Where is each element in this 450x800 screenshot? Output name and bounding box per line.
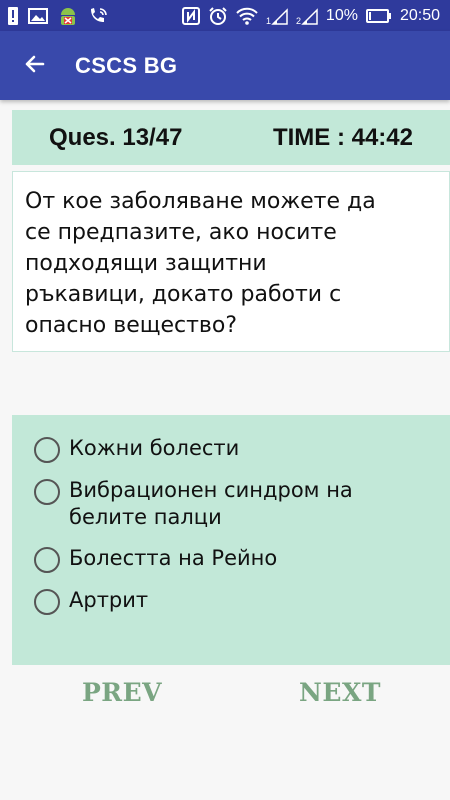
svg-text:1: 1 xyxy=(266,16,271,25)
answer-option-label: Артрит xyxy=(69,588,149,612)
alert-icon xyxy=(8,6,18,25)
answer-option-label: Болестта на Рейно xyxy=(69,546,278,570)
image-icon xyxy=(28,7,48,24)
nfc-icon xyxy=(181,6,200,25)
battery-icon xyxy=(365,8,392,23)
alarm-icon xyxy=(208,6,228,26)
app-bar: CSCS BG xyxy=(0,31,450,100)
status-time: 20:50 xyxy=(399,6,440,24)
status-bar-system: 1 2 10% 20:50 xyxy=(181,6,450,26)
next-button[interactable]: NEXT xyxy=(298,672,382,712)
back-button[interactable] xyxy=(0,31,70,100)
answer-option[interactable]: Кожни болести xyxy=(12,435,450,463)
answer-option[interactable]: Вибрационен синдром на белите палци xyxy=(12,477,450,531)
radio-button[interactable] xyxy=(34,479,60,505)
arrow-left-icon xyxy=(23,52,47,80)
android-bug-icon xyxy=(58,6,78,26)
question-text: От кое заболяване можете да се предпазит… xyxy=(25,189,376,338)
question-header: Ques. 13/47 TIME : 44:42 xyxy=(12,110,450,165)
wifi-call-icon xyxy=(88,7,108,25)
svg-text:2: 2 xyxy=(296,16,301,25)
wifi-icon xyxy=(236,7,258,25)
app-title: CSCS BG xyxy=(75,52,178,78)
radio-button[interactable] xyxy=(34,437,60,463)
signal-1-icon: 1 xyxy=(266,7,288,25)
question-counter: Ques. 13/47 xyxy=(49,123,183,151)
battery-percent: 10% xyxy=(325,6,358,24)
answer-option[interactable]: Артрит xyxy=(12,587,450,615)
radio-button[interactable] xyxy=(34,589,60,615)
answer-option-label: Кожни болести xyxy=(69,436,240,460)
answer-option-label: Вибрационен синдром на белите палци xyxy=(69,478,353,529)
status-bar: 1 2 10% 20:50 xyxy=(0,0,450,31)
radio-button[interactable] xyxy=(34,547,60,573)
answer-option[interactable]: Болестта на Рейно xyxy=(12,545,450,573)
timer: TIME : 44:42 xyxy=(272,123,413,151)
question-card: От кое заболяване можете да се предпазит… xyxy=(12,171,450,352)
answer-options: Кожни болести Вибрационен синдром на бел… xyxy=(12,415,450,665)
signal-2-icon: 2 xyxy=(296,7,318,25)
prev-button[interactable]: PREV xyxy=(82,672,162,712)
status-bar-notifications xyxy=(0,6,108,26)
